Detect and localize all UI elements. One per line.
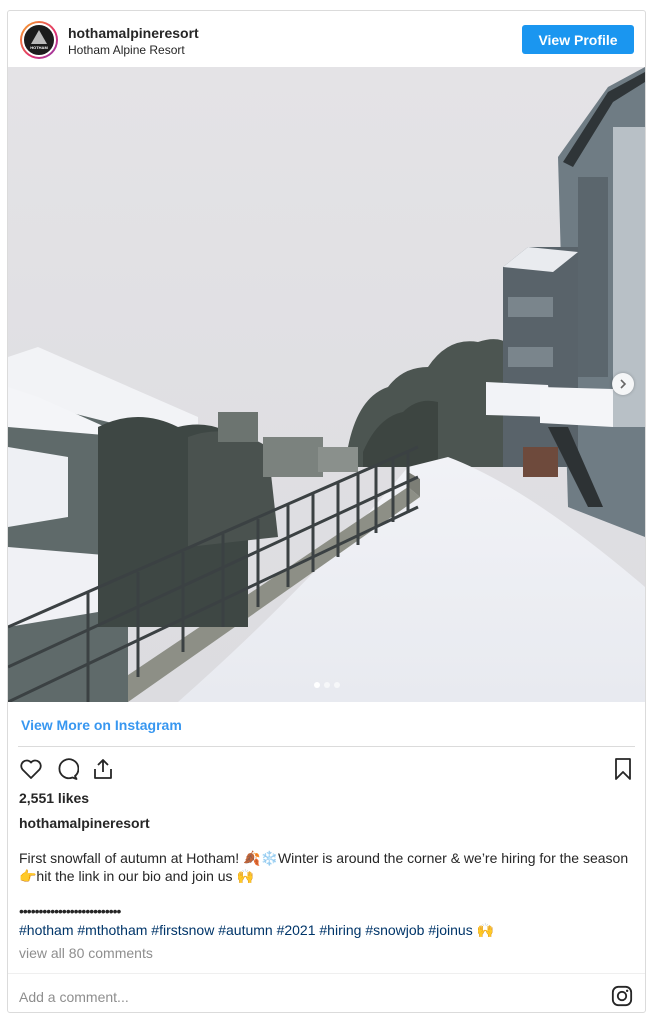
post-username[interactable]: hothamalpineresort — [68, 25, 199, 41]
caption-username[interactable]: hothamalpineresort — [19, 815, 150, 831]
comment-icon — [58, 758, 79, 780]
carousel-dot-active — [313, 682, 320, 688]
comment-button[interactable] — [54, 756, 80, 782]
likes-count[interactable]: 2,551 likes — [19, 790, 89, 806]
mountain-logo-icon — [31, 30, 47, 44]
caption-hashtags[interactable]: #hotham #mthotham #firstsnow #autumn #20… — [19, 921, 494, 939]
bookmark-icon — [615, 758, 631, 780]
carousel-dot — [323, 682, 330, 688]
share-icon — [94, 759, 112, 779]
action-bar — [18, 756, 635, 784]
add-comment-input[interactable]: Add a comment... — [19, 989, 129, 1005]
avatar-logo-text: HOTHAM — [30, 45, 48, 50]
post-photo[interactable] — [8, 67, 645, 702]
instagram-icon[interactable] — [611, 985, 633, 1007]
instagram-embed-card: HOTHAM hothamalpineresort Hotham Alpine … — [7, 10, 646, 1013]
carousel-dot — [333, 682, 340, 688]
caption-separator: •••••••••••••••••••••••••• — [19, 903, 121, 919]
like-button[interactable] — [18, 756, 44, 782]
post-header: HOTHAM hothamalpineresort Hotham Alpine … — [8, 11, 645, 67]
view-more-on-instagram-link[interactable]: View More on Instagram — [21, 717, 182, 733]
heart-icon — [20, 759, 42, 779]
save-button[interactable] — [610, 756, 636, 782]
view-all-comments-link[interactable]: view all 80 comments — [19, 945, 153, 961]
post-full-name: Hotham Alpine Resort — [68, 43, 185, 57]
divider — [8, 973, 645, 974]
divider — [18, 746, 635, 747]
share-button[interactable] — [90, 756, 116, 782]
view-profile-button[interactable]: View Profile — [522, 25, 634, 54]
chevron-right-icon — [620, 379, 627, 389]
avatar[interactable]: HOTHAM — [20, 21, 58, 59]
caption-text: First snowfall of autumn at Hotham! 🍂❄️W… — [19, 850, 629, 884]
snow-scene-image — [8, 67, 645, 702]
carousel-indicator — [8, 682, 645, 688]
carousel-next-button[interactable] — [612, 373, 634, 395]
